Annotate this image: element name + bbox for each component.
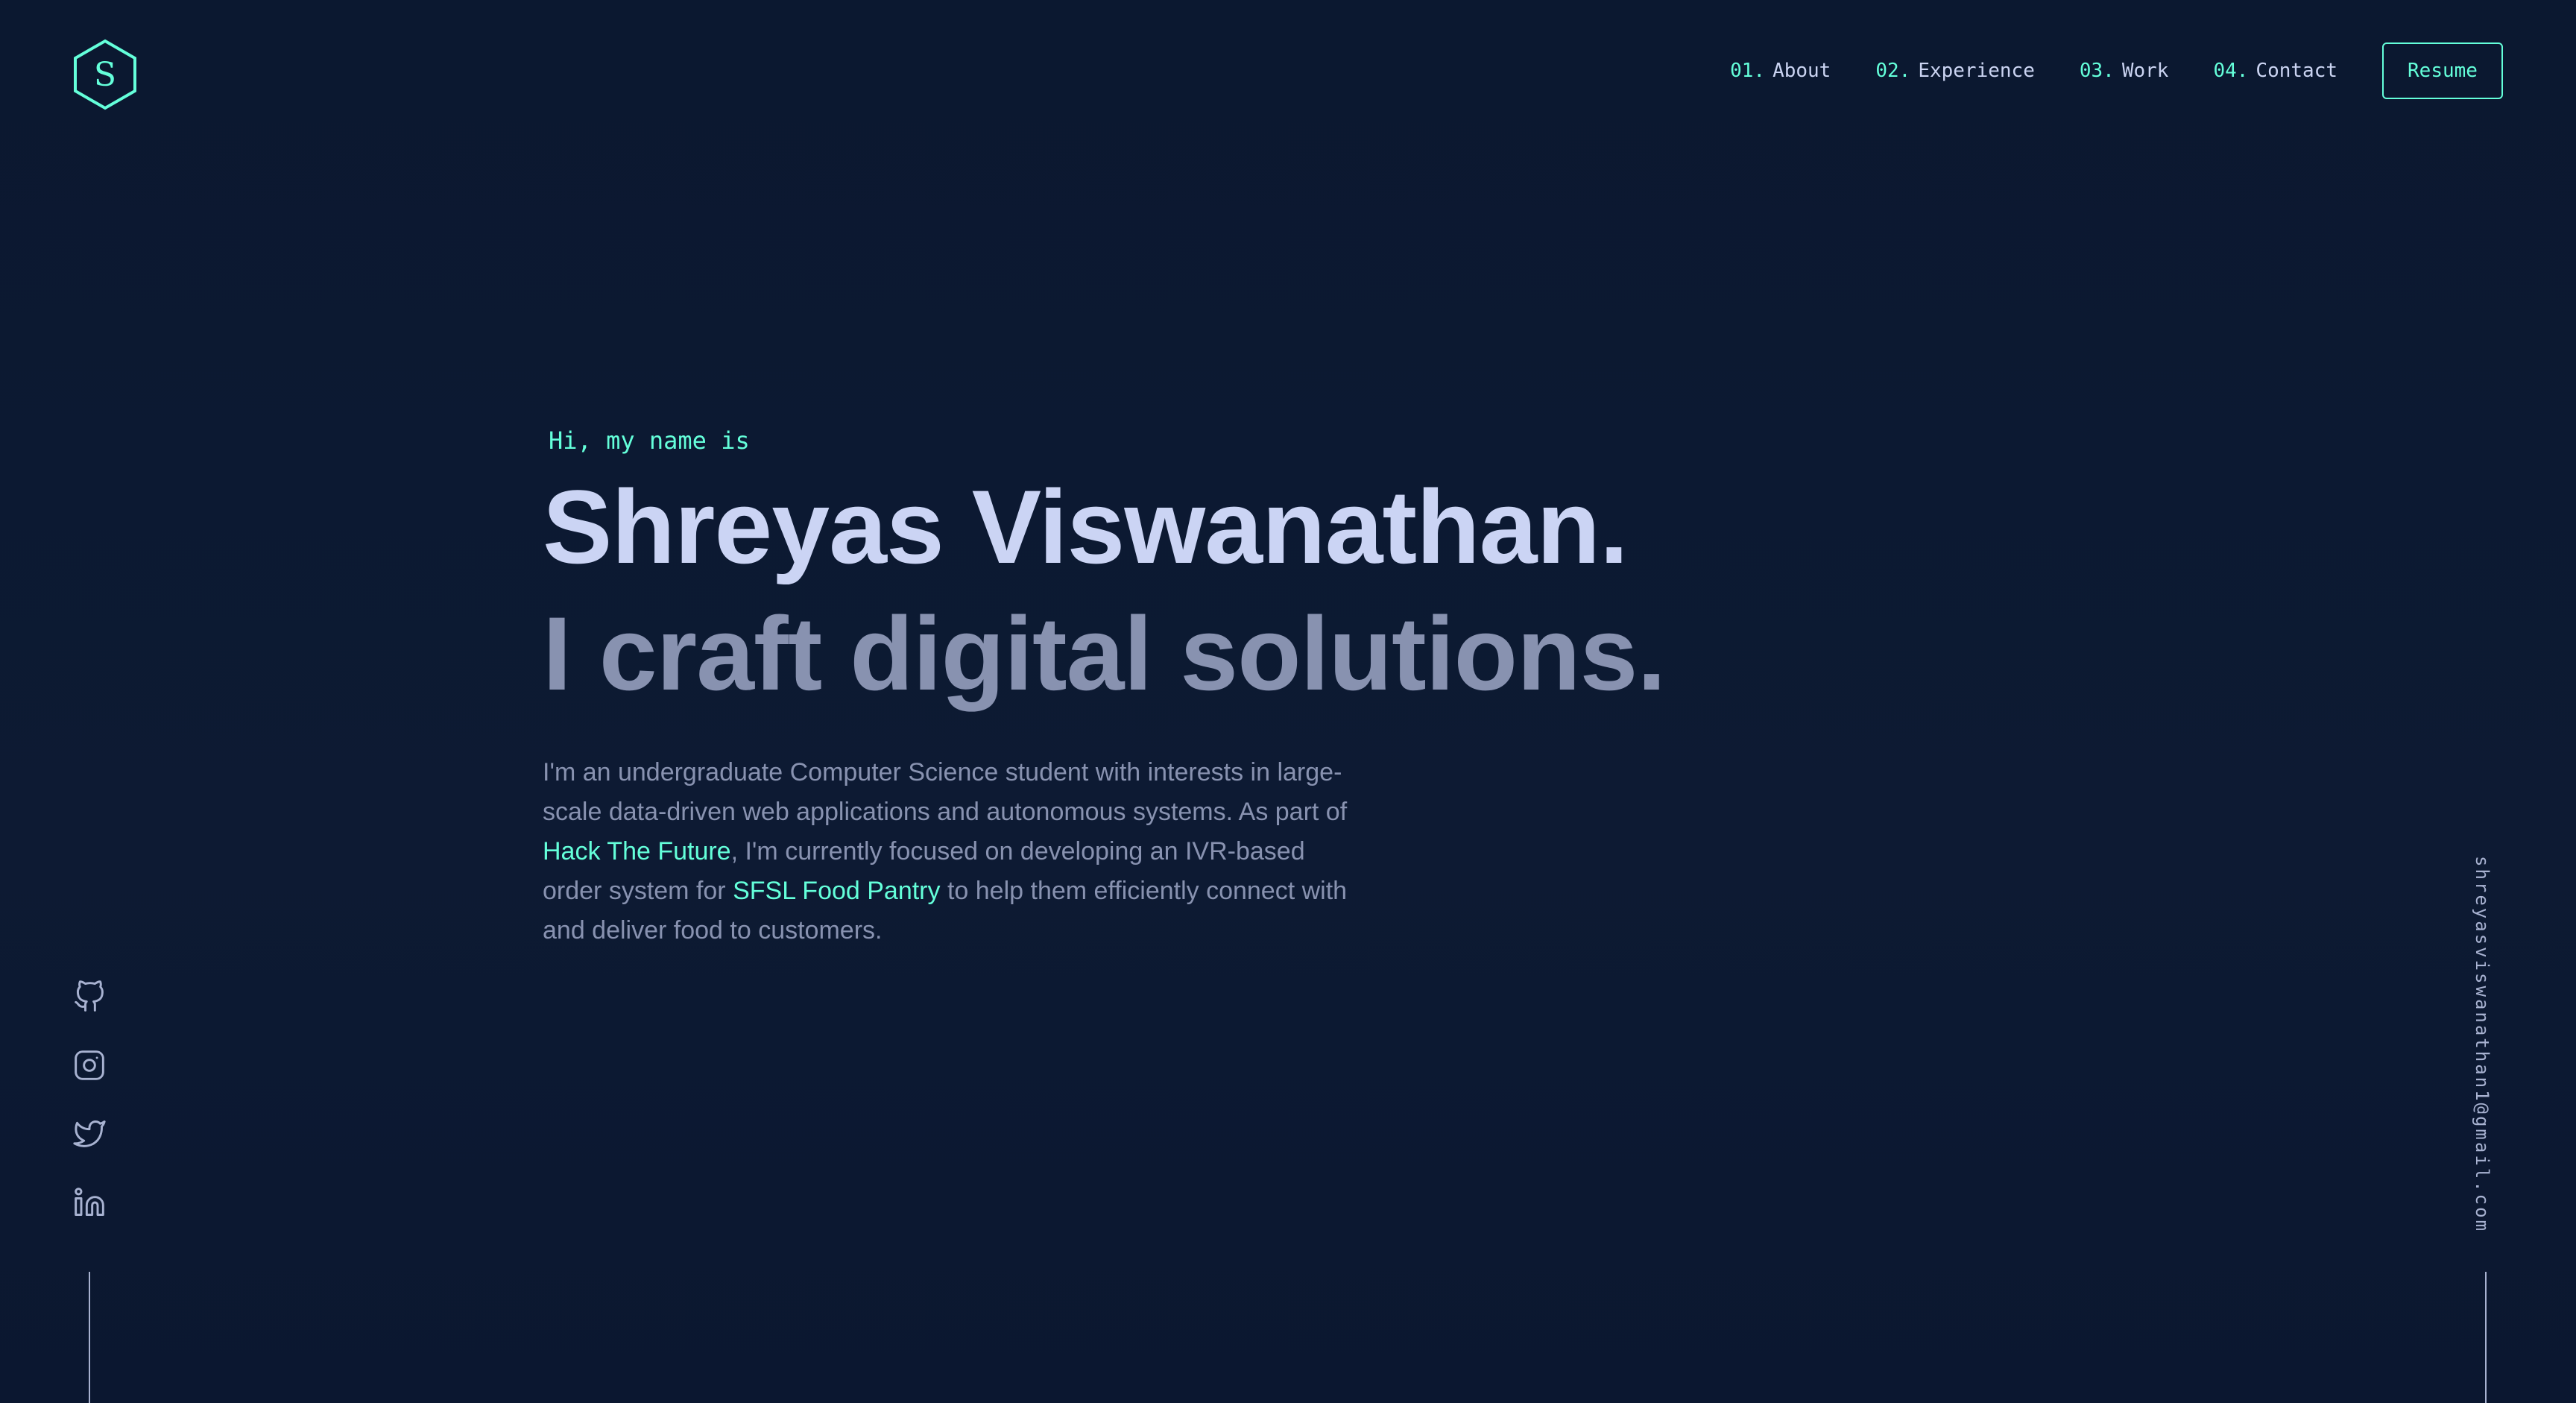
twitter-link[interactable] [73,1117,106,1150]
hero-greeting: Hi, my name is [549,426,750,455]
github-icon [75,980,104,1012]
linkedin-link[interactable] [73,1186,106,1219]
nav-number: 01. [1730,60,1766,82]
linkedin-icon [75,1188,104,1216]
twitter-icon [73,1120,106,1147]
nav-item-work[interactable]: 03. Work [2080,60,2169,82]
resume-button[interactable]: Resume [2382,42,2503,99]
hero-section: Hi, my name is Shreyas Viswanathan. I cr… [543,417,1735,976]
bio-text: I'm an undergraduate Computer Science st… [543,758,1348,826]
right-vertical-line [2485,1272,2487,1403]
nav-item-about[interactable]: 01. About [1730,60,1831,82]
nav-item-contact[interactable]: 04. Contact [2213,60,2337,82]
nav-item-experience[interactable]: 02. Experience [1875,60,2035,82]
logo-link[interactable]: S [73,39,137,110]
hero-tagline: I craft digital solutions. [543,595,1666,712]
email-link[interactable]: shreyasviswanathan1@gmail.com [2472,856,2493,1233]
hexagon-logo-icon: S [74,39,136,110]
logo-letter: S [94,56,116,94]
main-nav: 01. About 02. Experience 03. Work 04. Co… [1730,42,2503,100]
instagram-icon [75,1050,104,1080]
nav-label: Contact [2255,60,2337,82]
nav-number: 04. [2213,60,2249,82]
sfsl-food-pantry-link[interactable]: SFSL Food Pantry [733,877,940,905]
hack-the-future-link[interactable]: Hack The Future [543,837,731,866]
hero-bio: I'm an undergraduate Computer Science st… [543,753,1363,950]
nav-number: 02. [1875,60,1911,82]
hero-name: Shreyas Viswanathan. [543,468,1629,585]
instagram-link[interactable] [73,1049,106,1082]
github-link[interactable] [73,980,106,1013]
left-vertical-line [89,1272,90,1403]
social-links [73,980,106,1255]
nav-label: Experience [1918,60,2035,82]
nav-label: About [1772,60,1831,82]
page: S 01. About 02. Experience 03. Work 04. … [0,0,2576,1403]
nav-label: Work [2121,60,2169,82]
nav-number: 03. [2079,60,2115,82]
